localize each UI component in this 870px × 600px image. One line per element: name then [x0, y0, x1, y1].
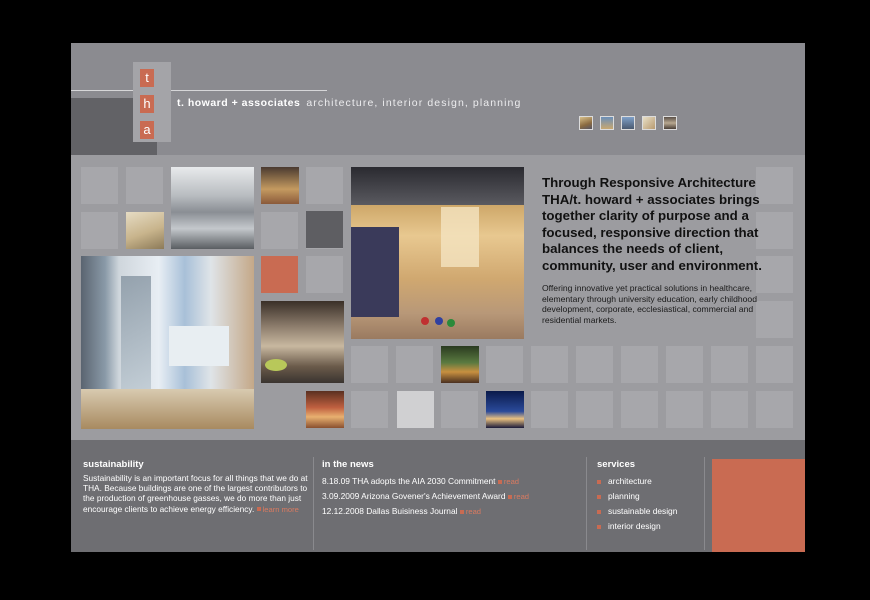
grid-tile — [576, 346, 613, 383]
grid-tile — [126, 167, 163, 204]
logo-letter-a[interactable]: a — [140, 121, 154, 139]
service-item-architecture[interactable]: architecture — [597, 476, 652, 486]
footer: sustainability Sustainability is an impo… — [71, 440, 805, 552]
grid-tile — [396, 346, 433, 383]
bullet-icon — [597, 494, 601, 499]
bullet-icon — [507, 494, 512, 499]
grid-tile-accent — [261, 256, 298, 293]
grid-tile — [261, 212, 298, 249]
service-label: planning — [608, 491, 640, 501]
news-read-link[interactable]: read — [466, 507, 481, 516]
project-mosaic: Through Responsive Architecture THA/t. h… — [71, 155, 805, 440]
grid-tile — [81, 212, 118, 249]
news-item: 3.09.2009 Arizona Govener's Achievement … — [322, 491, 529, 501]
grid-tile — [81, 167, 118, 204]
bullet-icon — [459, 509, 464, 514]
column-divider — [313, 457, 314, 550]
footer-accent-block — [712, 459, 805, 552]
sustainability-text: Sustainability is an important focus for… — [83, 473, 311, 515]
firm-title: t. howard + associates architecture, inte… — [177, 97, 521, 109]
news-read-link[interactable]: read — [514, 492, 529, 501]
grid-tile — [441, 391, 478, 428]
service-item-planning[interactable]: planning — [597, 491, 640, 501]
bullet-icon — [597, 509, 601, 514]
grid-tile — [621, 391, 658, 428]
grid-tile — [531, 391, 568, 428]
news-item: 8.18.09 THA adopts the AIA 2030 Commitme… — [322, 476, 519, 486]
firm-name: t. howard + associates — [177, 97, 301, 109]
sustainability-heading: sustainability — [83, 459, 144, 470]
logo-letter-h[interactable]: h — [140, 95, 154, 113]
grid-tile — [576, 391, 613, 428]
project-thumb-3[interactable] — [621, 116, 635, 130]
news-read-link[interactable]: read — [504, 477, 519, 486]
project-thumb-2[interactable] — [600, 116, 614, 130]
service-item-sustainable-design[interactable]: sustainable design — [597, 506, 677, 516]
grid-tile — [351, 346, 388, 383]
grid-tile — [306, 256, 343, 293]
page: t h a t. howard + associates architecture… — [71, 43, 805, 552]
grid-tile — [711, 391, 748, 428]
photo-dining[interactable] — [306, 391, 344, 428]
news-item-text: 8.18.09 THA adopts the AIA 2030 Commitme… — [322, 476, 496, 486]
bullet-icon — [597, 524, 601, 529]
photo-patient-room-small[interactable] — [126, 212, 164, 249]
photo-operating-room[interactable] — [171, 167, 254, 249]
logo-letter-t[interactable]: t — [140, 69, 154, 87]
photo-classroom-interior[interactable] — [351, 167, 524, 339]
bullet-icon — [256, 507, 261, 512]
header: t h a t. howard + associates architecture… — [71, 43, 805, 155]
project-thumb-1[interactable] — [579, 116, 593, 130]
bullet-icon — [597, 479, 601, 484]
grid-tile — [306, 167, 343, 204]
grid-tile — [531, 346, 568, 383]
photo-lobby-small[interactable] — [261, 167, 299, 204]
photo-courtyard[interactable] — [441, 346, 479, 383]
grid-tile — [351, 391, 388, 428]
grid-tile — [621, 346, 658, 383]
grid-tile-light — [397, 391, 434, 428]
grid-tile — [486, 346, 523, 383]
service-label: architecture — [608, 476, 652, 486]
service-label: sustainable design — [608, 506, 678, 516]
grid-tile-dark — [306, 211, 343, 248]
news-item: 12.12.2008 Dallas Buisiness Journal read — [322, 506, 481, 516]
services-heading: services — [597, 459, 636, 470]
project-thumb-5[interactable] — [663, 116, 677, 130]
project-thumb-4[interactable] — [642, 116, 656, 130]
header-rule — [71, 90, 327, 91]
intro-headline: Through Responsive Architecture THA/t. h… — [542, 175, 762, 273]
photo-cafeteria[interactable] — [261, 301, 344, 383]
service-label: interior design — [608, 521, 661, 531]
column-divider — [586, 457, 587, 550]
grid-tile — [756, 346, 793, 383]
news-item-text: 3.09.2009 Arizona Govener's Achievement … — [322, 491, 506, 501]
photo-building-night[interactable] — [486, 391, 524, 428]
intro-section: Through Responsive Architecture THA/t. h… — [542, 175, 794, 326]
column-divider — [704, 457, 705, 550]
grid-tile — [666, 391, 703, 428]
intro-body: Offering innovative yet practical soluti… — [542, 283, 757, 326]
service-item-interior-design[interactable]: interior design — [597, 521, 661, 531]
photo-hospital-corridor[interactable] — [81, 256, 254, 429]
grid-tile — [756, 391, 793, 428]
learn-more-link[interactable]: learn more — [263, 505, 299, 514]
grid-tile — [711, 346, 748, 383]
news-item-text: 12.12.2008 Dallas Buisiness Journal — [322, 506, 458, 516]
news-heading: in the news — [322, 459, 374, 470]
tagline: architecture, interior design, planning — [306, 97, 522, 109]
bullet-icon — [497, 479, 502, 484]
grid-tile — [666, 346, 703, 383]
